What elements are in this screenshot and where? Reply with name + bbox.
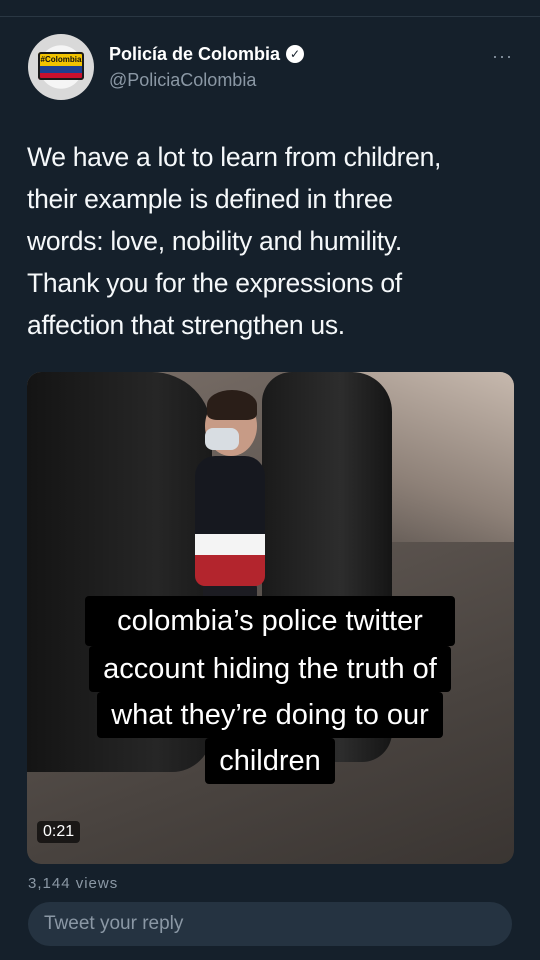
video-duration-badge: 0:21 — [37, 821, 81, 843]
tweet-text-line: affection that strengthen us. — [27, 310, 345, 340]
caption-line: what they’re doing to our — [97, 692, 443, 738]
tweet-text: We have a lot to learn from children, th… — [27, 136, 517, 346]
author-handle[interactable]: @PoliciaColombia — [109, 70, 256, 91]
tweet-header: #Colombia Policía de Colombia ✓ @Policia… — [28, 34, 518, 104]
reply-placeholder: Tweet your reply — [44, 913, 184, 934]
tweet-text-line: Thank you for the expressions of — [27, 268, 402, 298]
reply-input[interactable]: Tweet your reply — [28, 902, 512, 946]
avatar[interactable]: #Colombia — [28, 34, 94, 100]
more-horizontal-icon[interactable]: ··· — [492, 46, 513, 67]
view-count: 3,144 views — [28, 875, 119, 892]
author-name-row[interactable]: Policía de Colombia ✓ — [109, 42, 305, 66]
video-child-body — [195, 456, 265, 586]
caption-line: children — [205, 738, 335, 784]
video-child-mask — [205, 428, 239, 450]
video-child-hair — [207, 390, 257, 420]
caption-line: account hiding the truth of — [89, 646, 451, 692]
tweet-text-line: words: love, nobility and humility. — [27, 226, 402, 256]
tweet-text-line: their example is defined in three — [27, 184, 393, 214]
author-name[interactable]: Policía de Colombia — [109, 44, 280, 65]
tweet-text-line: We have a lot to learn from children, — [27, 142, 442, 172]
overlay-caption: colombia’s police twitter account hiding… — [0, 596, 540, 784]
caption-line: colombia’s police twitter — [85, 596, 455, 646]
avatar-logo-text: #Colombia — [40, 55, 82, 64]
verified-badge-icon: ✓ — [286, 45, 305, 63]
top-divider — [0, 16, 540, 17]
